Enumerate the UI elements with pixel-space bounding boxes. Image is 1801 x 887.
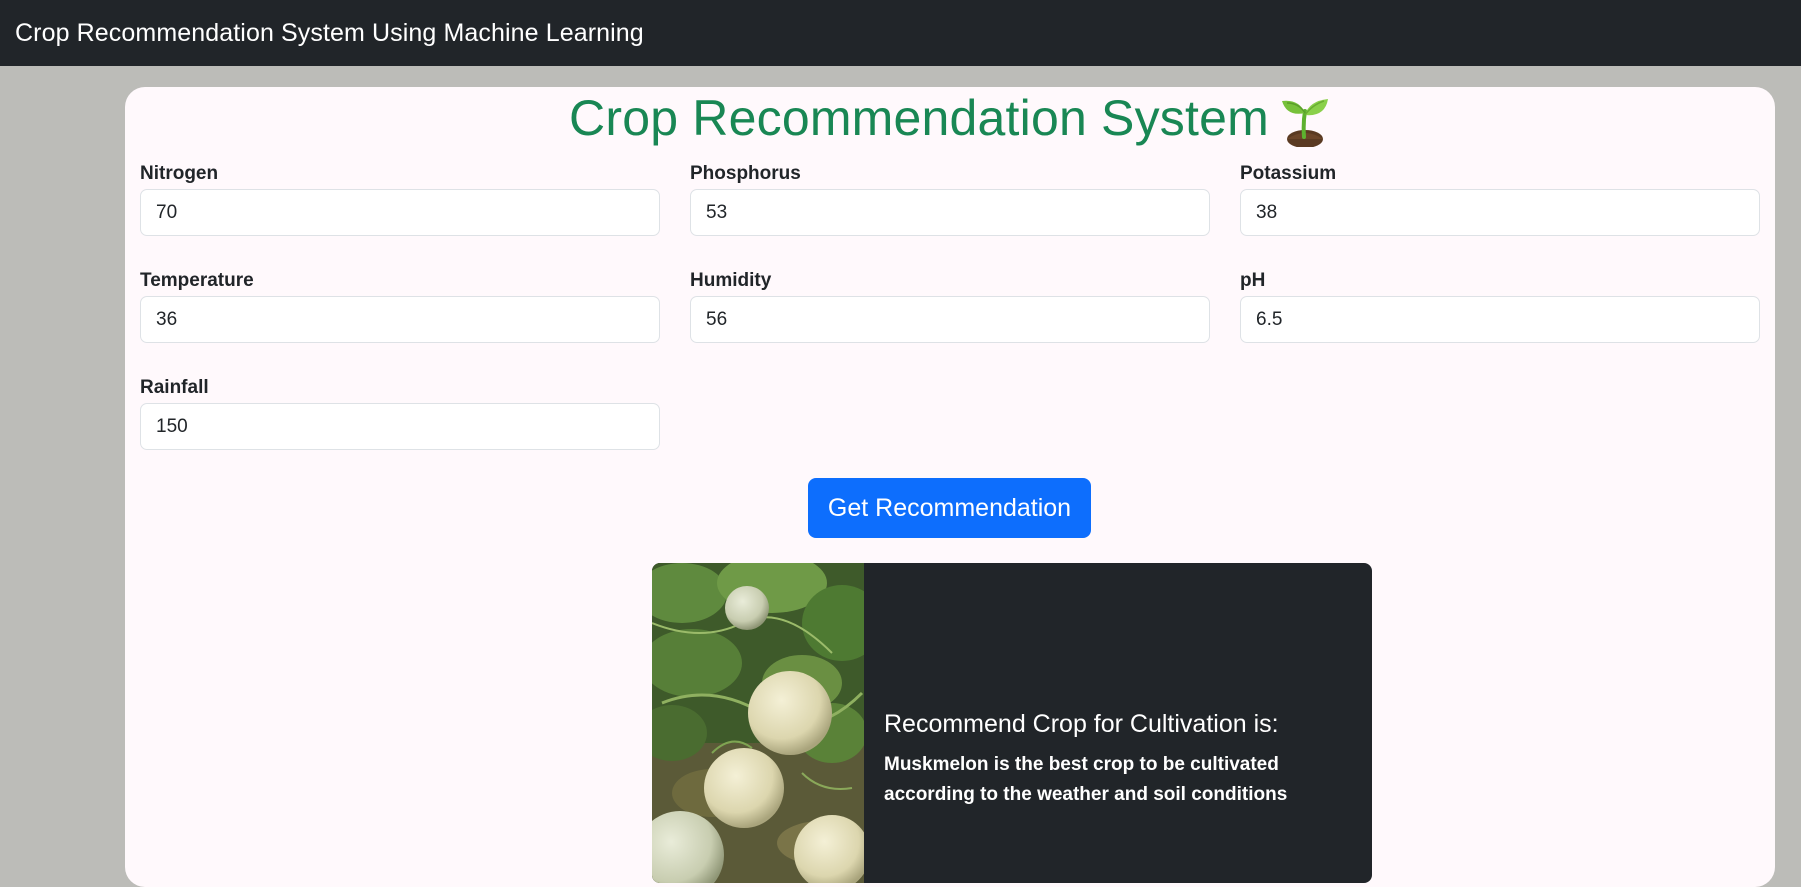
ph-label: pH <box>1240 270 1266 291</box>
humidity-label: Humidity <box>690 270 772 291</box>
rainfall-field-group: Rainfall <box>140 376 660 450</box>
potassium-field-group: Potassium <box>1240 162 1760 236</box>
result-body: Recommend Crop for Cultivation is: Muskm… <box>884 708 1354 810</box>
result-card: Recommend Crop for Cultivation is: Muskm… <box>652 563 1372 883</box>
ph-input[interactable] <box>1240 296 1760 343</box>
page-title: Crop Recommendation System <box>125 87 1775 149</box>
temperature-input[interactable] <box>140 296 660 343</box>
muskmelon-photo <box>652 563 882 883</box>
nitrogen-input[interactable] <box>140 189 660 236</box>
humidity-input[interactable] <box>690 296 1210 343</box>
humidity-field-group: Humidity <box>690 269 1210 343</box>
result-title: Recommend Crop for Cultivation is: <box>884 710 1279 738</box>
phosphorus-input[interactable] <box>690 189 1210 236</box>
phosphorus-field-group: Phosphorus <box>690 162 1210 236</box>
rainfall-input[interactable] <box>140 403 660 450</box>
form-card: Crop Recommendation System Nitrogen Phos… <box>125 87 1775 887</box>
result-text: Muskmelon is the best crop to be cultiva… <box>884 754 1288 805</box>
nitrogen-field-group: Nitrogen <box>140 162 660 236</box>
navbar-brand[interactable]: Crop Recommendation System Using Machine… <box>15 19 644 48</box>
potassium-label: Potassium <box>1240 163 1337 184</box>
phosphorus-label: Phosphorus <box>690 163 801 184</box>
potassium-input[interactable] <box>1240 189 1760 236</box>
temperature-label: Temperature <box>140 270 254 291</box>
ph-field-group: pH <box>1240 269 1760 343</box>
navbar: Crop Recommendation System Using Machine… <box>0 0 1801 66</box>
rainfall-label: Rainfall <box>140 377 209 398</box>
nitrogen-label: Nitrogen <box>140 163 219 184</box>
sprout-icon <box>1279 93 1331 148</box>
page-title-text: Crop Recommendation System <box>569 90 1269 146</box>
temperature-field-group: Temperature <box>140 269 660 343</box>
get-recommendation-button[interactable]: Get Recommendation <box>808 478 1091 538</box>
